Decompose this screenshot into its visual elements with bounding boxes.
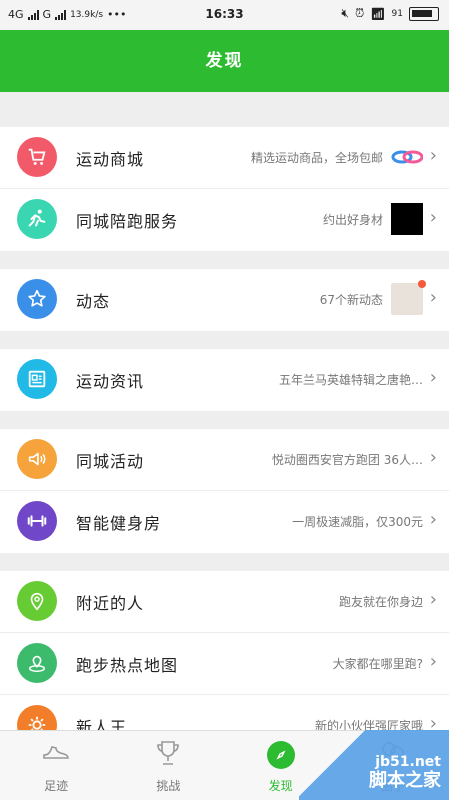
menu-row-sports-news[interactable]: 运动资讯 五年兰马英雄特辑之唐艳… › <box>0 349 449 411</box>
menu-group: 运动商城 精选运动商品，全场包邮 › 同城陪跑服务 约出好身材 › <box>0 127 449 251</box>
menu-row-feed[interactable]: 动态 67个新动态 › <box>0 269 449 331</box>
tab-label: 足迹 <box>44 779 69 793</box>
alarm-icon: ⏰︎ <box>354 6 365 20</box>
row-title: 运动资讯 <box>76 372 145 391</box>
row-title: 跑步热点地图 <box>76 656 179 675</box>
feed-thumbnail <box>391 280 426 315</box>
compass-icon <box>266 741 295 769</box>
speaker-icon <box>17 439 57 479</box>
gear-icon <box>17 705 57 730</box>
battery-level: 91 <box>391 8 403 19</box>
black-thumbnail <box>391 203 423 235</box>
row-title: 运动商城 <box>76 150 145 169</box>
battery-icon <box>409 6 439 21</box>
runner-icon <box>17 199 57 239</box>
chevron-right-icon: › <box>429 145 437 166</box>
news-icon <box>17 359 57 399</box>
chevron-right-icon: › <box>429 651 437 672</box>
row-desc: 五年兰马英雄特辑之唐艳… <box>278 373 423 387</box>
row-title: 智能健身房 <box>76 514 162 533</box>
menu-row-local-events[interactable]: 同城活动 悦动圈西安官方跑团 36人… › <box>0 429 449 491</box>
discover-list: 运动商城 精选运动商品，全场包邮 › 同城陪跑服务 约出好身材 › 动态 67个… <box>0 92 449 730</box>
row-desc: 跑友就在你身边 <box>338 595 423 609</box>
chevron-right-icon: › <box>429 589 437 610</box>
chevron-right-icon: › <box>429 367 437 388</box>
row-desc: 一周极速减脂，仅300元 <box>292 515 423 529</box>
cart-icon <box>17 137 57 177</box>
shoe-icon <box>41 739 71 769</box>
row-desc: 新的小伙伴强匠家哦 <box>314 719 423 730</box>
new-dot-badge <box>418 280 426 288</box>
bracelet-thumbnail <box>391 150 423 164</box>
menu-row-newcomer[interactable]: 新人王 新的小伙伴强匠家哦 › <box>0 695 449 730</box>
row-desc: 精选运动商品，全场包邮 <box>250 151 383 165</box>
menu-group: 运动资讯 五年兰马英雄特辑之唐艳… › <box>0 349 449 411</box>
star-icon <box>17 279 57 319</box>
menu-row-running-partner[interactable]: 同城陪跑服务 约出好身材 › <box>0 189 449 251</box>
row-title: 同城活动 <box>76 452 145 471</box>
watermark: jb51.net 脚本之家 <box>299 730 449 800</box>
menu-row-running-heatmap[interactable]: 跑步热点地图 大家都在哪里跑? › <box>0 633 449 695</box>
tab-label: 挑战 <box>156 779 181 793</box>
menu-row-smart-gym[interactable]: 智能健身房 一周极速减脂，仅300元 › <box>0 491 449 553</box>
watermark-site: 脚本之家 <box>369 770 441 791</box>
row-title: 同城陪跑服务 <box>76 212 179 231</box>
menu-group: 附近的人 跑友就在你身边 › 跑步热点地图 大家都在哪里跑? › 新人王 新的小… <box>0 571 449 730</box>
row-desc: 悦动圈西安官方跑团 36人… <box>271 453 423 467</box>
map-icon <box>17 643 57 683</box>
chevron-right-icon: › <box>429 207 437 228</box>
row-title: 动态 <box>76 292 111 311</box>
chevron-right-icon: › <box>429 509 437 530</box>
chevron-right-icon: › <box>429 713 437 730</box>
row-desc: 约出好身材 <box>322 213 383 227</box>
dumbbell-icon <box>17 501 57 541</box>
tab-challenge[interactable]: 挑战 <box>112 731 224 800</box>
chevron-right-icon: › <box>429 287 437 308</box>
chevron-right-icon: › <box>429 447 437 468</box>
page-title: 发现 <box>0 30 449 92</box>
tab-footprint[interactable]: 足迹 <box>0 731 112 800</box>
trophy-icon <box>155 739 181 773</box>
row-title: 新人王 <box>76 718 128 730</box>
row-desc: 大家都在哪里跑? <box>332 657 423 671</box>
location-pin-icon <box>17 581 57 621</box>
menu-group: 动态 67个新动态 › <box>0 269 449 331</box>
menu-row-sports-mall[interactable]: 运动商城 精选运动商品，全场包邮 › <box>0 127 449 189</box>
menu-row-nearby-people[interactable]: 附近的人 跑友就在你身边 › <box>0 571 449 633</box>
row-title: 附近的人 <box>76 594 145 613</box>
row-desc: 67个新动态 <box>319 293 383 307</box>
menu-group: 同城活动 悦动圈西安官方跑团 36人… › 智能健身房 一周极速减脂，仅300元… <box>0 429 449 553</box>
status-bar: 4G G 13.9k/s ••• 16:33 🔇︎ ⏰︎ 📶︎ 91 <box>0 0 449 30</box>
mute-icon: 🔇︎ <box>341 6 349 20</box>
wifi-icon: 📶︎ <box>370 6 386 21</box>
